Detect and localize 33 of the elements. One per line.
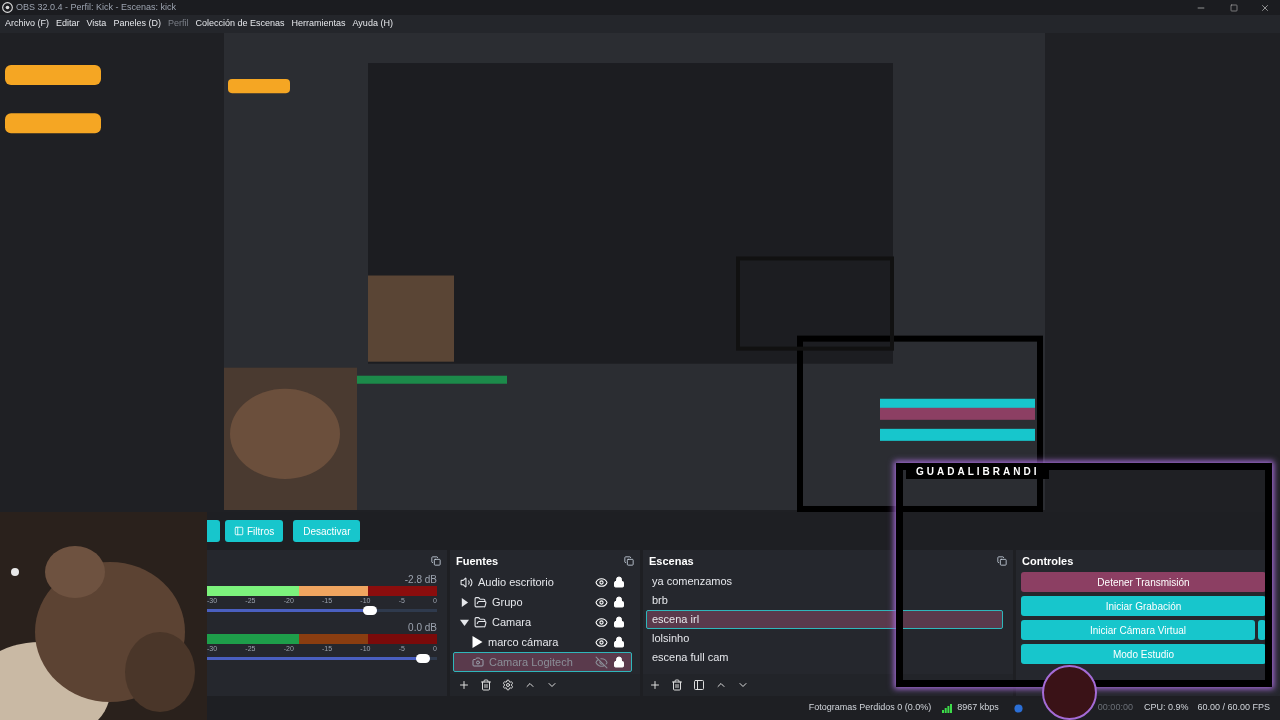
scene-item[interactable]: escena full cam: [646, 648, 1003, 667]
scene-item[interactable]: ya comenzamos: [646, 572, 1003, 591]
stop-stream-button[interactable]: Detener Transmisión: [1021, 572, 1266, 592]
window-title: OBS 32.0.4 - Perfil: Kick - Escenas: kick: [16, 0, 178, 14]
dock-title: Controles: [1022, 553, 1074, 569]
dropped-frames: Fotogramas Perdidos 0 (0.0%): [808, 701, 932, 715]
menu-item[interactable]: Vista: [83, 17, 110, 31]
volume-reading: 0.0 dB: [408, 621, 437, 634]
menu-item[interactable]: Editar: [53, 17, 83, 31]
scene-item[interactable]: brb: [646, 591, 1003, 610]
bitrate: 8967 kbps: [957, 701, 999, 715]
cpu-usage: CPU: 0.9%: [1143, 701, 1189, 715]
menu-item[interactable]: Herramientas: [288, 17, 349, 31]
menu-item[interactable]: Paneles (D): [110, 17, 164, 31]
source-name: Grupo: [492, 594, 524, 610]
recording-time: 00:00:00: [1097, 701, 1133, 715]
source-item[interactable]: Camara: [453, 612, 632, 632]
menu-item[interactable]: Archivo (F): [2, 17, 52, 31]
scene-item[interactable]: lolsinho: [646, 629, 1003, 648]
menu-item[interactable]: Ayuda (H): [349, 17, 396, 31]
source-name: Camara: [492, 614, 533, 630]
source-item[interactable]: Audio escritorio: [453, 572, 632, 592]
volume-reading: -2.8 dB: [404, 573, 437, 586]
dock-title: Escenas: [649, 553, 694, 569]
menu-item[interactable]: Colección de Escenas: [192, 17, 288, 31]
source-name: marco cámara: [488, 634, 560, 650]
scene-item[interactable]: escena irl: [646, 610, 1003, 629]
source-name: Camara Logitech: [489, 654, 574, 670]
fps-counter: 60.00 / 60.00 FPS: [1197, 701, 1270, 715]
source-item[interactable]: marco cámara: [453, 632, 632, 652]
source-name: Audio escritorio: [478, 574, 555, 590]
dock-title: Fuentes: [456, 553, 499, 569]
source-item[interactable]: Grupo: [453, 592, 632, 612]
